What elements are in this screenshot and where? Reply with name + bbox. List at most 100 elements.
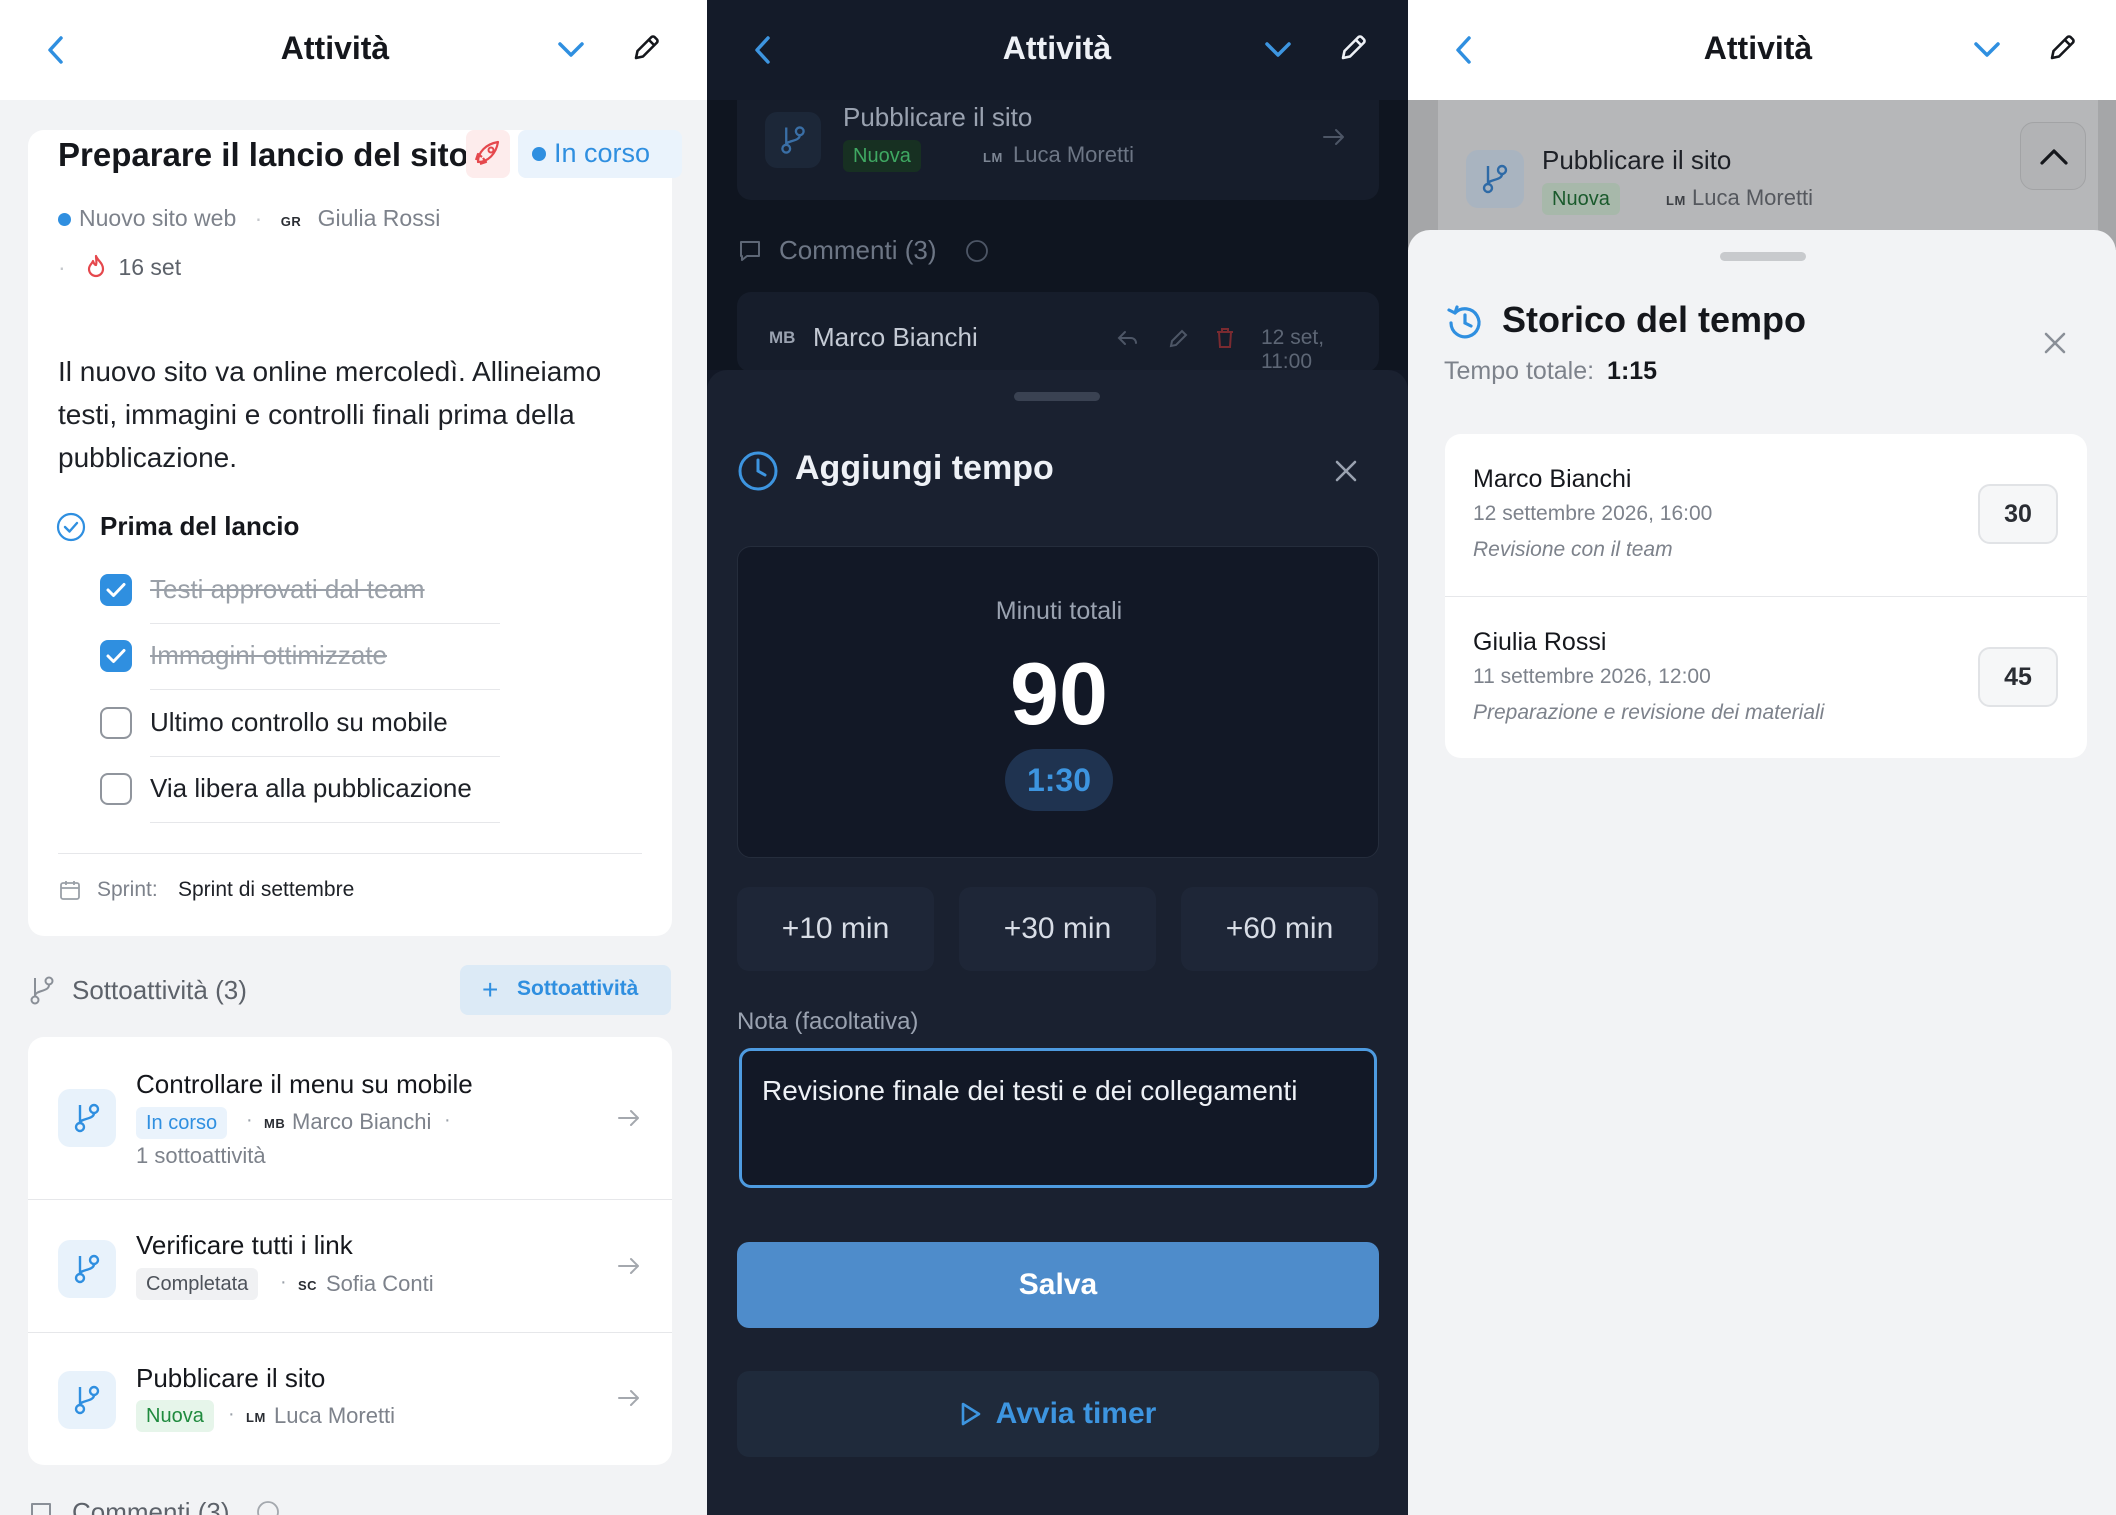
entry-author: Giulia Rossi xyxy=(1473,628,1607,656)
list-item: Pubblicare il sito Nuova LM Luca Moretti xyxy=(1438,100,2098,250)
entry-note: Preparazione e revisione dei materiali xyxy=(1473,701,1825,724)
close-icon[interactable] xyxy=(2040,328,2070,358)
note-label: Nota (facoltativa) xyxy=(737,1008,919,1035)
formatted-time-badge: 1:30 xyxy=(1005,749,1113,811)
rocket-icon xyxy=(466,130,510,178)
back-icon[interactable] xyxy=(44,34,68,66)
total-label: Minuti totali xyxy=(995,597,1123,625)
entry-minutes: 45 xyxy=(1978,647,2058,707)
subtask-count: 1 sottoattività xyxy=(136,1143,266,1168)
checklist-item-label: Ultimo controllo su mobile xyxy=(150,707,448,737)
close-icon[interactable] xyxy=(1331,456,1361,486)
add-time-sheet: Aggiungi tempo Minuti totali 90 1:30 +10… xyxy=(707,370,1408,1515)
edit-icon[interactable] xyxy=(1337,32,1369,64)
arrow-right-icon xyxy=(616,1385,642,1411)
branch-icon xyxy=(765,112,821,168)
add-30-min-button[interactable]: +30 min xyxy=(959,887,1156,971)
avatar: GR xyxy=(280,214,302,229)
branch-icon xyxy=(28,975,56,1005)
dimmed-background: Pubblicare il sito Nuova LM Luca Moretti… xyxy=(707,100,1408,373)
top-bar: Attività xyxy=(0,0,707,100)
total-minutes-box: Minuti totali 90 1:30 xyxy=(737,546,1379,858)
table-row[interactable]: Marco Bianchi 12 settembre 2026, 16:00 R… xyxy=(1445,434,2087,596)
subtask-title: Controllare il menu su mobile xyxy=(136,1069,473,1099)
assignee-name: Luca Moretti xyxy=(274,1403,396,1428)
task-detail-screen: Attività Preparare il lancio del sito In… xyxy=(0,0,707,1515)
list-item[interactable]: Controllare il menu su mobile In corso ·… xyxy=(28,1037,672,1199)
top-bar: Attività xyxy=(1408,0,2116,100)
start-timer-button[interactable]: Avvia timer xyxy=(737,1371,1379,1457)
entry-date: 12 settembre 2026, 16:00 xyxy=(1473,502,1713,525)
checkbox-checked[interactable] xyxy=(100,640,132,672)
save-button[interactable]: Salva xyxy=(737,1242,1379,1328)
page-title: Attività xyxy=(1002,30,1112,66)
edit-icon xyxy=(1167,326,1191,350)
drag-handle[interactable] xyxy=(1720,252,1806,261)
list-item[interactable]: Pubblicare il sito Nuova · LM Luca Moret… xyxy=(28,1333,672,1465)
checklist-item-label: Immagini ottimizzate xyxy=(150,640,387,670)
history-icon xyxy=(1444,302,1486,344)
entry-note: Revisione con il team xyxy=(1473,538,1673,561)
chevron-down-icon[interactable] xyxy=(1263,38,1293,62)
total-time-value: 1:15 xyxy=(1607,357,1658,385)
total-minutes-value: 90 xyxy=(1010,644,1108,743)
collapse-button[interactable] xyxy=(2020,122,2086,190)
play-icon xyxy=(960,1401,982,1427)
task-description: Il nuovo sito va online mercoledì. Allin… xyxy=(58,356,602,473)
checkbox-checked[interactable] xyxy=(100,574,132,606)
comment-item: MB Marco Bianchi 12 set, 11:00 xyxy=(737,292,1379,373)
drag-handle[interactable] xyxy=(1014,392,1100,401)
back-icon[interactable] xyxy=(751,34,775,66)
table-row[interactable]: Giulia Rossi 11 settembre 2026, 12:00 Pr… xyxy=(1445,597,2087,758)
back-icon[interactable] xyxy=(1452,34,1476,66)
note-input[interactable]: Revisione finale dei testi e dei collega… xyxy=(739,1048,1377,1188)
avatar: SC xyxy=(298,1278,318,1293)
chevron-down-icon[interactable] xyxy=(1972,38,2002,62)
help-icon[interactable] xyxy=(256,1500,280,1515)
arrow-right-icon xyxy=(1321,124,1347,150)
add-60-min-button[interactable]: +60 min xyxy=(1181,887,1378,971)
subtask-list: Controllare il menu su mobile In corso ·… xyxy=(28,1037,672,1465)
comment-time: 12 set, 11:00 xyxy=(1261,326,1325,373)
avatar: LM xyxy=(1666,193,1686,208)
dimmed-background: Pubblicare il sito Nuova LM Luca Moretti xyxy=(1408,100,2116,250)
avatar: LM xyxy=(983,150,1003,165)
assignee-name: Giulia Rossi xyxy=(317,205,441,231)
total-time-label: Tempo totale: xyxy=(1444,357,1595,385)
time-history-sheet: Storico del tempo Tempo totale: 1:15 Mar… xyxy=(1408,230,2116,1515)
edit-icon[interactable] xyxy=(2046,32,2078,64)
time-entry-list: Marco Bianchi 12 settembre 2026, 16:00 R… xyxy=(1445,434,2087,758)
subtask-title: Verificare tutti i link xyxy=(136,1230,353,1260)
status-badge: Completata xyxy=(136,1268,259,1300)
assignee-name: Marco Bianchi xyxy=(292,1109,432,1134)
project-name: Nuovo sito web xyxy=(79,205,237,231)
edit-icon[interactable] xyxy=(630,32,662,64)
subtask-title: Pubblicare il sito xyxy=(843,102,1033,132)
branch-icon xyxy=(58,1371,116,1429)
assignee-name: Luca Moretti xyxy=(1013,142,1135,167)
status-badge: Nuova xyxy=(136,1400,214,1432)
status-badge: Nuova xyxy=(1542,183,1620,215)
flame-icon xyxy=(86,254,106,278)
add-subtask-button[interactable]: + Sottoattività xyxy=(460,965,671,1015)
add-10-min-button[interactable]: +10 min xyxy=(737,887,934,971)
list-item[interactable]: Verificare tutti i link Completata · SC … xyxy=(28,1200,672,1332)
checklist-item-label: Testi approvati dal team xyxy=(150,574,425,604)
checkbox-unchecked[interactable] xyxy=(100,773,132,805)
status-badge: Nuova xyxy=(843,140,921,172)
comments-header: Commenti (3) xyxy=(779,235,937,265)
branch-icon xyxy=(58,1240,116,1298)
page-title: Attività xyxy=(280,30,390,66)
page-title: Attività xyxy=(1703,30,1813,66)
subtask-title: Pubblicare il sito xyxy=(1542,145,1732,175)
chevron-down-icon[interactable] xyxy=(556,38,586,62)
arrow-right-icon xyxy=(616,1253,642,1279)
task-meta: Nuovo sito web · GR Giulia Rossi xyxy=(58,205,440,232)
due-date: 16 set xyxy=(118,254,182,280)
subtask-title: Pubblicare il sito xyxy=(136,1363,326,1393)
total-time: Tempo totale: 1:15 xyxy=(1444,357,1657,386)
avatar: MB xyxy=(264,1116,286,1131)
status-badge: In corso xyxy=(136,1107,228,1139)
checkbox-unchecked[interactable] xyxy=(100,707,132,739)
avatar: LM xyxy=(246,1410,266,1425)
